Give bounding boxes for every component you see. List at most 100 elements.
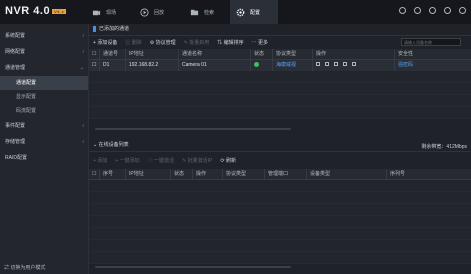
online-devices-toolbar: + 添加 + 一键添加 ◇ 一键激活 ✎ 批量激活IP ⟳ 刷新 [89, 154, 471, 167]
table-header: ☐ 通道号 IP地址 通道名称 状态 协议类型 操作 安全性 [89, 49, 471, 60]
channel-number: D1 [99, 60, 125, 71]
refresh-label: 刷新 [225, 158, 236, 164]
switch-user-mode-label: 切换为用户模式 [10, 265, 46, 271]
table-row[interactable]: ☐ D1 192.168.82.2 Camera 01 海康威视 强密码 [89, 60, 471, 71]
horizontal-scrollbar[interactable] [95, 128, 291, 130]
add-device-label: 添加设备 [97, 40, 118, 46]
tab-config-label: 配置 [250, 9, 261, 16]
sidebar-subitem-channel-config[interactable]: 通道配置 [0, 76, 88, 90]
online-devices-title: 在线设备列表 [98, 142, 129, 148]
device-search-input[interactable] [401, 38, 461, 46]
added-devices-table: ☐ 通道号 IP地址 通道名称 状态 协议类型 操作 安全性 ☐ D1 192.… [89, 49, 471, 119]
sidebar-item-system[interactable]: 系统配置 › [0, 28, 88, 44]
column-header: 操作 [192, 169, 222, 179]
play-icon[interactable] [316, 62, 320, 66]
sidebar-item-raid[interactable]: RAID配置 [0, 150, 88, 166]
table-header: ☐ 序号 IP地址 状态 操作 协议类型 管理端口 设备类型 序列号 [89, 169, 471, 180]
protocol-manage-button[interactable]: ⚙ 协议管理 [150, 39, 176, 46]
tab-search[interactable]: 检索 [190, 0, 232, 24]
app-logo: NVR 4.0 V4.x [5, 5, 67, 17]
protocol-link[interactable]: 海康威视 [272, 60, 312, 71]
online-devices-section: ⌄ 在线设备列表 剩余带宽：412Mbps + 添加 + 一键添加 ◇ 一键激活… [89, 140, 471, 264]
menu-icon[interactable] [414, 7, 421, 14]
one-click-add-button[interactable]: + 一键添加 [115, 157, 139, 164]
tab-playback[interactable]: 回放 [140, 0, 182, 24]
more-button[interactable]: ⋯ 更多 [252, 39, 268, 46]
tab-live[interactable]: 现场 [92, 0, 134, 24]
batch-activate-ip-button[interactable]: ✎ 批量激活IP [182, 157, 212, 164]
empty-row [89, 216, 471, 228]
horizontal-scrollbar[interactable] [95, 266, 291, 268]
refresh-button[interactable]: ⟳ 刷新 [220, 157, 236, 164]
tab-live-label: 现场 [106, 9, 117, 16]
bell-icon[interactable] [429, 7, 436, 14]
sidebar-item-label: RAID配置 [5, 155, 27, 161]
sidebar-item-label: 通道管理 [5, 65, 26, 71]
row-operations [312, 60, 394, 71]
one-click-activate-button[interactable]: ◇ 一键激活 [148, 157, 174, 164]
delete-icon[interactable] [352, 62, 356, 66]
top-bar: NVR 4.0 V4.x 现场 回放 检索 配置 [0, 0, 471, 24]
empty-row [89, 107, 471, 119]
batch-enable-label: 批量启用 [189, 40, 210, 46]
app-title: NVR 4.0 [5, 5, 51, 17]
column-header: 设备类型 [306, 169, 386, 179]
edit-sort-button[interactable]: ⇅ 编辑排序 [217, 39, 243, 46]
column-header: 安全性 [394, 49, 454, 59]
version-badge: V4.x [52, 8, 67, 14]
online-devices-table: ☐ 序号 IP地址 状态 操作 协议类型 管理端口 设备类型 序列号 [89, 169, 471, 264]
sidebar-item-event[interactable]: 事件配置 › [0, 118, 88, 134]
select-all-checkbox[interactable]: ☐ [89, 169, 99, 179]
add-button[interactable]: + 添加 [93, 157, 107, 164]
tab-config[interactable]: 配置 [230, 0, 278, 24]
empty-row [89, 83, 471, 95]
column-header: 序列号 [386, 169, 466, 179]
gear-icon [236, 8, 245, 16]
column-header: 管理端口 [264, 169, 306, 179]
empty-row [89, 240, 471, 252]
added-devices-toolbar: + 添加设备 ▥ 删除 ⚙ 协议管理 ✎ 批量启用 ⇅ 编辑排序 ⋯ 更多 [89, 36, 471, 49]
sidebar-item-network[interactable]: 网络配置 › [0, 44, 88, 60]
info-icon[interactable] [399, 7, 406, 14]
sidebar-item-storage[interactable]: 存储管理 › [0, 134, 88, 150]
column-header: 操作 [312, 49, 394, 59]
online-status-icon [254, 62, 259, 68]
chevron-down-icon: ⌄ [79, 65, 84, 71]
row-checkbox[interactable]: ☐ [89, 60, 99, 71]
edit-sort-label: 编辑排序 [223, 40, 244, 46]
batch-enable-button[interactable]: ✎ 批量启用 [184, 39, 210, 46]
section-marker [93, 25, 96, 32]
select-all-checkbox[interactable]: ☐ [89, 49, 99, 59]
channel-name: Camera 01 [178, 60, 250, 71]
one-click-activate-label: 一键激活 [154, 158, 175, 164]
sidebar-subitem-stream-config[interactable]: 码流配置 [0, 104, 88, 118]
delete-button[interactable]: ▥ 删除 [125, 39, 141, 46]
ip-address: 192.168.82.2 [125, 60, 178, 71]
main-content: 已添加的通道 + 添加设备 ▥ 删除 ⚙ 协议管理 ✎ 批量启用 ⇅ 编辑排序 … [89, 24, 471, 274]
user-icon[interactable] [444, 7, 451, 14]
power-icon[interactable] [459, 7, 466, 14]
sidebar-item-channel[interactable]: 通道管理 ⌄ [0, 60, 88, 76]
empty-row [89, 252, 471, 264]
column-header: 序号 [99, 169, 125, 179]
switch-user-mode-button[interactable]: ⇄ 切换为用户模式 [4, 264, 45, 271]
add-device-button[interactable]: + 添加设备 [93, 39, 117, 46]
edit-icon[interactable] [325, 62, 329, 66]
camera-icon [92, 10, 101, 15]
folder-icon [190, 9, 199, 15]
column-header: 状态 [250, 49, 272, 59]
sidebar-item-label: 系统配置 [5, 33, 26, 39]
batch-activate-ip-label: 批量激活IP [187, 158, 213, 164]
empty-row [89, 204, 471, 216]
security-link[interactable]: 强密码 [394, 60, 454, 71]
chevron-right-icon: › [82, 123, 84, 129]
status-cell [250, 60, 272, 71]
add-label: 添加 [97, 158, 108, 164]
sidebar-subitem-display-config[interactable]: 显示配置 [0, 90, 88, 104]
settings-icon[interactable] [334, 62, 338, 66]
upgrade-icon[interactable] [343, 62, 347, 66]
one-click-add-label: 一键添加 [119, 158, 140, 164]
sidebar-item-label: 事件配置 [5, 123, 26, 129]
column-header: 协议类型 [222, 169, 264, 179]
protocol-manage-label: 协议管理 [155, 40, 176, 46]
